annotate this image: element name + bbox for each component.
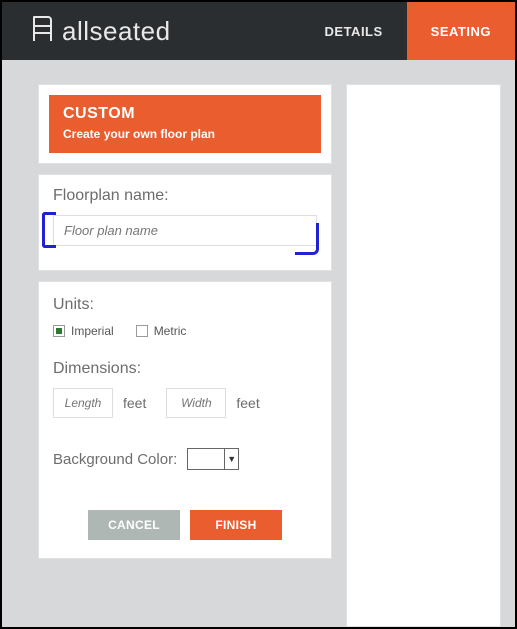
units-option-imperial[interactable]: Imperial bbox=[53, 324, 114, 338]
color-swatch bbox=[188, 449, 224, 469]
cta-banner: CUSTOM Create your own floor plan bbox=[49, 95, 321, 153]
units-label: Units: bbox=[53, 296, 317, 314]
width-input[interactable] bbox=[166, 388, 226, 418]
cta-subtitle: Create your own floor plan bbox=[63, 127, 307, 141]
width-unit: feet bbox=[236, 395, 259, 411]
tab-details[interactable]: DETAILS bbox=[301, 2, 407, 60]
settings-card: Units: Imperial Metric Dimensions: feet bbox=[38, 281, 332, 559]
brand-name: allseated bbox=[62, 16, 171, 47]
top-bar: allseated DETAILS SEATING bbox=[2, 2, 515, 60]
radio-icon bbox=[136, 325, 148, 337]
units-option-metric[interactable]: Metric bbox=[136, 324, 187, 338]
chair-icon bbox=[30, 14, 56, 49]
length-unit: feet bbox=[123, 395, 146, 411]
tab-seating[interactable]: SEATING bbox=[407, 2, 515, 60]
cancel-button[interactable]: CANCEL bbox=[88, 510, 180, 540]
length-input[interactable] bbox=[53, 388, 113, 418]
floorplan-name-card: Floorplan name: bbox=[38, 174, 332, 271]
chevron-down-icon: ▼ bbox=[224, 449, 238, 469]
content-area: CUSTOM Create your own floor plan Floorp… bbox=[2, 60, 515, 627]
right-column bbox=[346, 84, 501, 627]
cta-title: CUSTOM bbox=[63, 105, 307, 123]
preview-panel bbox=[346, 84, 501, 627]
finish-button[interactable]: FINISH bbox=[190, 510, 282, 540]
background-color-select[interactable]: ▼ bbox=[187, 448, 239, 470]
nav-tabs: DETAILS SEATING bbox=[301, 2, 515, 60]
units-metric-label: Metric bbox=[154, 324, 187, 338]
brand: allseated bbox=[2, 2, 301, 60]
left-column: CUSTOM Create your own floor plan Floorp… bbox=[38, 84, 332, 627]
cta-card: CUSTOM Create your own floor plan bbox=[38, 84, 332, 164]
floorplan-name-label: Floorplan name: bbox=[53, 187, 317, 205]
background-color-label: Background Color: bbox=[53, 451, 177, 468]
units-imperial-label: Imperial bbox=[71, 324, 114, 338]
floorplan-name-input[interactable] bbox=[53, 215, 317, 246]
dimensions-label: Dimensions: bbox=[53, 360, 317, 378]
radio-icon bbox=[53, 325, 65, 337]
